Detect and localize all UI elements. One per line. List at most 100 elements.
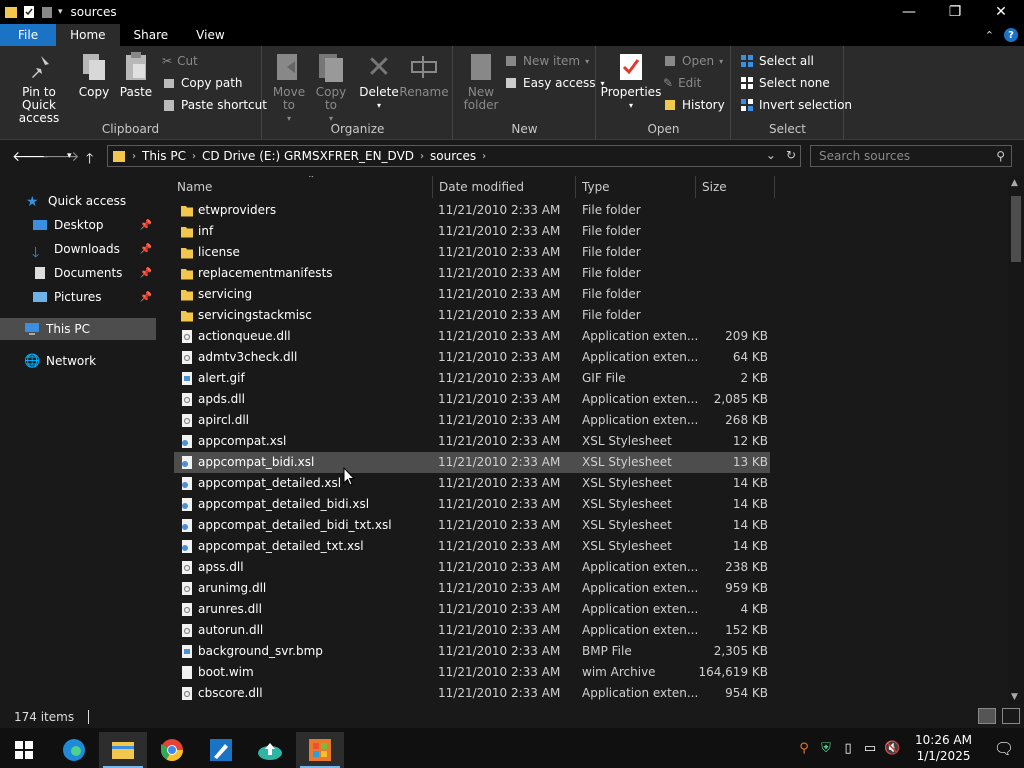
nav-this-pc[interactable]: This PC [0,318,156,340]
refresh-icon[interactable]: ↻ [786,148,796,162]
help-icon[interactable]: ? [1004,28,1018,42]
tab-view[interactable]: View [182,24,238,46]
network-tray-icon[interactable]: ▭ [859,741,881,756]
pin-to-quick-access-button[interactable]: Pin to Quick access [4,52,74,125]
copy-path-button[interactable]: Copy path [162,76,243,90]
maximize-button[interactable]: ❐ [932,0,978,24]
taskbar-chrome[interactable] [148,732,196,768]
column-header-size[interactable]: Size [696,176,775,198]
nav-pictures[interactable]: Pictures 📌 [0,286,156,308]
minimize-button[interactable]: — [886,0,932,24]
invert-selection-button[interactable]: Invert selection [740,98,852,112]
file-row[interactable]: background_svr.bmp 11/21/2010 2:33 AM BMP … [174,641,770,662]
file-row[interactable]: cbscore.dll 11/21/2010 2:33 AM Application… [174,683,770,704]
new-folder-icon[interactable] [40,5,54,19]
file-row[interactable]: autorun.dll 11/21/2010 2:33 AM Application… [174,620,770,641]
file-row[interactable]: apircl.dll 11/21/2010 2:33 AM Application … [174,410,770,431]
breadcrumb-cd-drive[interactable]: CD Drive (E:) GRMSXFRER_EN_DVD [202,149,414,163]
properties-icon[interactable] [22,5,36,19]
search-box[interactable]: Search sources ⚲ [810,145,1012,167]
shield-icon[interactable]: ⛨ [815,741,837,756]
notifications-icon[interactable]: 🗨 [984,739,1024,758]
file-row[interactable]: license 11/21/2010 2:33 AM File folder [174,242,770,263]
file-row[interactable]: appcompat_detailed.xsl 11/21/2010 2:33 AM… [174,473,770,494]
nav-desktop[interactable]: Desktop 📌 [0,214,156,236]
search-input[interactable]: Search sources [819,149,910,163]
start-button[interactable] [0,732,48,768]
column-header-type[interactable]: Type [576,176,696,198]
taskbar-file-explorer[interactable] [99,732,147,768]
address-bar[interactable]: › This PC › CD Drive (E:) GRMSXFRER_EN_D… [107,145,801,167]
paste-shortcut-button[interactable]: Paste shortcut [162,98,267,112]
new-item-button[interactable]: New item ▾ [504,54,589,68]
up-arrow-icon[interactable]: 🡑 [86,148,93,172]
new-folder-button[interactable]: New folder [460,52,502,112]
file-row[interactable]: servicingstackmisc 11/21/2010 2:33 AM File… [174,305,770,326]
open-button[interactable]: Open ▾ [663,54,723,68]
taskbar-app-cloud[interactable] [246,732,294,768]
address-history-chevron-icon[interactable]: ⌄ [766,148,776,162]
delete-button[interactable]: ✕ Delete ▾ [359,52,399,112]
file-row[interactable]: appcompat.xsl 11/21/2010 2:33 AM XSL Style… [174,431,770,452]
file-row[interactable]: appcompat_detailed_bidi_txt.xsl 11/21/201… [174,515,770,536]
copy-button[interactable]: Copy [76,52,112,99]
cut-button[interactable]: ✂ Cut [162,54,198,68]
ribbon-collapse-chevron-icon[interactable]: ⌃ [985,29,994,42]
paste-button[interactable]: Paste [116,52,156,99]
large-icons-view-button[interactable] [1002,708,1020,724]
nav-network[interactable]: 🌐 Network [0,350,156,372]
breadcrumb-this-pc[interactable]: This PC [142,149,186,163]
column-header-date[interactable]: Date modified [433,176,576,198]
move-to-button[interactable]: Move to ▾ [271,52,307,125]
tab-home[interactable]: Home [56,24,120,46]
taskbar-setup[interactable] [296,732,344,768]
column-header-name[interactable]: Name ⌃ [171,176,433,198]
select-all-button[interactable]: Select all [740,54,814,68]
volume-muted-icon[interactable]: 🔇 [881,741,903,756]
usb-icon[interactable]: ▯ [837,741,859,756]
edit-button[interactable]: ✎ Edit [663,76,701,90]
history-button[interactable]: History [663,98,725,112]
forward-arrow-icon[interactable]: 🡒 [42,148,80,165]
nav-quick-access[interactable]: ★ Quick access [0,190,156,212]
scrollbar-thumb[interactable] [1011,196,1021,262]
file-row[interactable]: arunres.dll 11/21/2010 2:33 AM Application… [174,599,770,620]
scroll-up-arrow-icon[interactable]: ▲ [1011,178,1018,188]
file-row[interactable]: appcompat_detailed_txt.xsl 11/21/2010 2:3… [174,536,770,557]
rename-button[interactable]: Rename [399,52,449,99]
close-button[interactable]: ✕ [978,0,1024,24]
file-row[interactable]: boot.wim 11/21/2010 2:33 AM wim Archive 164… [174,662,770,683]
file-row[interactable]: appcompat_bidi.xsl 11/21/2010 2:33 AM XSL … [174,452,770,473]
taskbar-app-pen[interactable] [197,732,245,768]
select-none-button[interactable]: Select none [740,76,830,90]
customize-toolbar-chevron-icon[interactable]: ▾ [58,7,63,17]
details-view-button[interactable] [978,708,996,724]
file-row[interactable]: etwproviders 11/21/2010 2:33 AM File folde… [174,200,770,221]
copy-to-button[interactable]: Copy to ▾ [313,52,349,125]
file-row[interactable]: alert.gif 11/21/2010 2:33 AM GIF File 2 KB [174,368,770,389]
file-row[interactable]: appcompat_detailed_bidi.xsl 11/21/2010 2:… [174,494,770,515]
tab-share[interactable]: Share [120,24,183,46]
easy-access-button[interactable]: Easy access ▾ [504,76,605,90]
vertical-scrollbar[interactable]: ▲ ▼ [1008,176,1024,704]
search-tray-icon[interactable]: ⚲ [793,741,815,756]
file-row[interactable]: actionqueue.dll 11/21/2010 2:33 AM Applica… [174,326,770,347]
file-row[interactable]: replacementmanifests 11/21/2010 2:33 AM Fi… [174,263,770,284]
file-date-modified: 11/21/2010 2:33 AM [438,560,561,574]
breadcrumb-sources[interactable]: sources [430,149,476,163]
nav-documents[interactable]: Documents 📌 [0,262,156,284]
file-row[interactable]: servicing 11/21/2010 2:33 AM File folder [174,284,770,305]
recent-locations-chevron-icon[interactable]: ▾ [67,151,72,161]
scroll-down-arrow-icon[interactable]: ▼ [1011,692,1018,702]
file-row[interactable]: admtv3check.dll 11/21/2010 2:33 AM Applica… [174,347,770,368]
file-row[interactable]: inf 11/21/2010 2:33 AM File folder [174,221,770,242]
file-row[interactable]: arunimg.dll 11/21/2010 2:33 AM Application… [174,578,770,599]
file-row[interactable]: apss.dll 11/21/2010 2:33 AM Application ex… [174,557,770,578]
file-row[interactable]: apds.dll 11/21/2010 2:33 AM Application ex… [174,389,770,410]
clock[interactable]: 10:26 AM 1/1/2025 [915,732,972,764]
file-size: 2,305 KB [713,644,768,658]
tab-file[interactable]: File [0,24,57,46]
nav-downloads[interactable]: 🡓 Downloads 📌 [0,238,156,261]
taskbar-edge[interactable] [50,732,98,768]
properties-button[interactable]: Properties ▾ [601,52,661,112]
